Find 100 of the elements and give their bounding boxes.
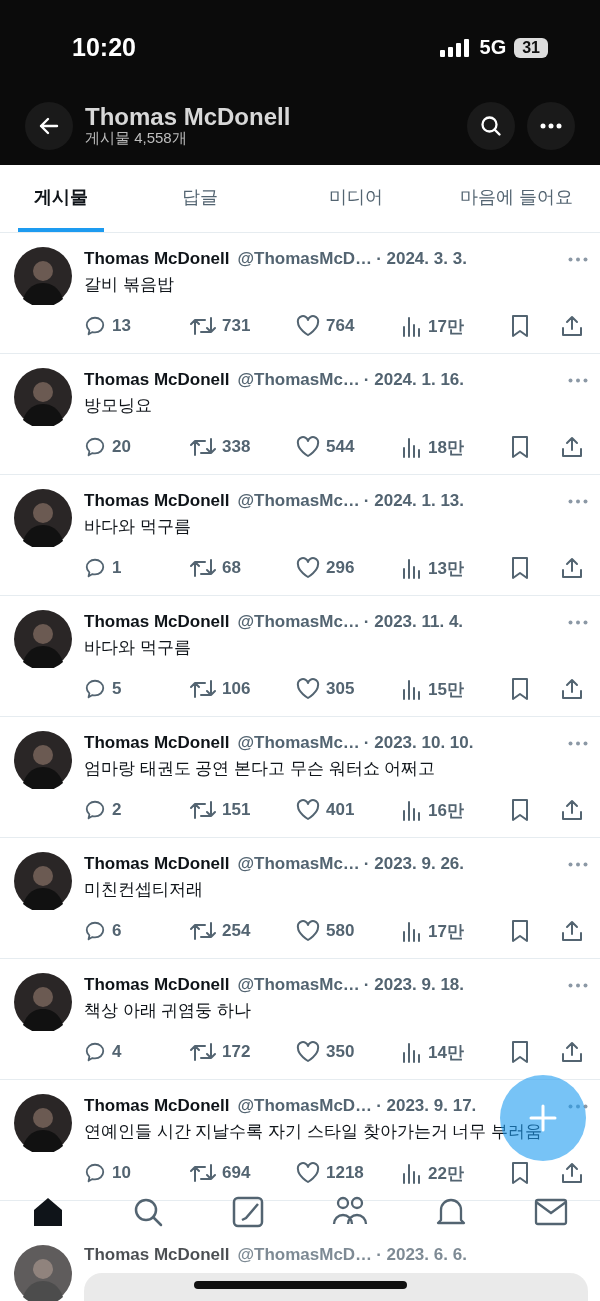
like-button[interactable]: 401 [296,799,402,821]
post-date: · 2023. 10. 10. [363,733,474,753]
heart-icon [296,920,320,942]
views-button[interactable]: 18만 [402,435,508,459]
reply-button[interactable]: 6 [84,920,190,942]
author-name[interactable]: Thomas McDonell [84,975,230,995]
views-button[interactable]: 17만 [402,314,508,338]
avatar[interactable] [14,852,72,910]
avatar[interactable] [14,1094,72,1152]
share-icon[interactable] [560,314,584,338]
author-handle: @ThomasMcD… [237,1096,373,1116]
reply-button[interactable]: 2 [84,799,190,821]
avatar[interactable] [14,368,72,426]
avatar[interactable] [14,731,72,789]
views-button[interactable]: 14만 [402,1040,508,1064]
share-icon[interactable] [560,556,584,580]
share-icon[interactable] [560,435,584,459]
avatar[interactable] [14,1245,72,1301]
bar-chart-icon [402,315,422,337]
compose-icon[interactable] [232,1196,264,1228]
share-icon[interactable] [560,677,584,701]
home-icon[interactable] [32,1196,64,1228]
post-date: · 2023. 9. 17. [376,1096,477,1116]
author-name[interactable]: Thomas McDonell [84,1245,230,1265]
more-icon[interactable] [568,619,588,625]
reply-icon [84,678,106,700]
share-icon[interactable] [560,919,584,943]
bookmark-icon[interactable] [510,435,530,459]
back-button[interactable] [25,102,73,150]
views-button[interactable]: 17만 [402,919,508,943]
share-icon[interactable] [560,798,584,822]
more-icon[interactable] [568,498,588,504]
more-icon[interactable] [568,740,588,746]
author-handle: @ThomasMc… [237,370,360,390]
reply-button[interactable]: 4 [84,1041,190,1063]
more-icon[interactable] [568,1103,588,1109]
reply-button[interactable]: 10 [84,1162,190,1184]
more-icon[interactable] [568,982,588,988]
repost-button[interactable]: 172 [190,1041,296,1063]
avatar[interactable] [14,247,72,305]
profile-tab[interactable]: 게시물 [18,165,104,232]
views-button[interactable]: 15만 [402,677,508,701]
avatar[interactable] [14,489,72,547]
bookmark-icon[interactable] [510,798,530,822]
heart-icon [296,1162,320,1184]
bookmark-icon[interactable] [510,314,530,338]
more-icon[interactable] [568,861,588,867]
views-button[interactable]: 22만 [402,1161,508,1185]
more-button[interactable] [527,102,575,150]
more-icon[interactable] [568,256,588,262]
like-button[interactable]: 580 [296,920,402,942]
author-name[interactable]: Thomas McDonell [84,612,230,632]
bookmark-icon[interactable] [510,1040,530,1064]
bookmark-icon[interactable] [510,1161,530,1185]
search-icon[interactable] [132,1196,164,1228]
avatar[interactable] [14,973,72,1031]
author-name[interactable]: Thomas McDonell [84,733,230,753]
more-icon[interactable] [568,377,588,383]
author-handle: @ThomasMc… [237,491,360,511]
views-button[interactable]: 13만 [402,556,508,580]
repost-button[interactable]: 731 [190,315,296,337]
reply-icon [84,1041,106,1063]
like-button[interactable]: 296 [296,557,402,579]
like-button[interactable]: 305 [296,678,402,700]
like-button[interactable]: 544 [296,436,402,458]
author-name[interactable]: Thomas McDonell [84,491,230,511]
mail-icon[interactable] [534,1198,568,1226]
bookmark-icon[interactable] [510,556,530,580]
like-button[interactable]: 764 [296,315,402,337]
share-icon[interactable] [560,1161,584,1185]
repost-button[interactable]: 694 [190,1162,296,1184]
repost-button[interactable]: 151 [190,799,296,821]
profile-tab[interactable]: 마음에 들어요 [452,165,582,232]
author-name[interactable]: Thomas McDonell [84,1096,230,1116]
repost-button[interactable]: 338 [190,436,296,458]
bar-chart-icon [402,799,422,821]
bar-chart-icon [402,678,422,700]
views-button[interactable]: 16만 [402,798,508,822]
like-button[interactable]: 1218 [296,1162,402,1184]
repost-icon [190,315,216,337]
profile-tab[interactable]: 답글 [140,165,260,232]
signal-icon [439,38,472,57]
profile-tab[interactable]: 미디어 [296,165,416,232]
reply-button[interactable]: 13 [84,315,190,337]
repost-button[interactable]: 106 [190,678,296,700]
author-handle: @ThomasMcD… [237,1245,373,1265]
share-icon[interactable] [560,1040,584,1064]
reply-button[interactable]: 20 [84,436,190,458]
like-button[interactable]: 350 [296,1041,402,1063]
reply-button[interactable]: 5 [84,678,190,700]
avatar[interactable] [14,610,72,668]
repost-button[interactable]: 68 [190,557,296,579]
repost-button[interactable]: 254 [190,920,296,942]
reply-button[interactable]: 1 [84,557,190,579]
bookmark-icon[interactable] [510,919,530,943]
search-button[interactable] [467,102,515,150]
author-name[interactable]: Thomas McDonell [84,370,230,390]
author-name[interactable]: Thomas McDonell [84,249,230,269]
author-name[interactable]: Thomas McDonell [84,854,230,874]
bookmark-icon[interactable] [510,677,530,701]
